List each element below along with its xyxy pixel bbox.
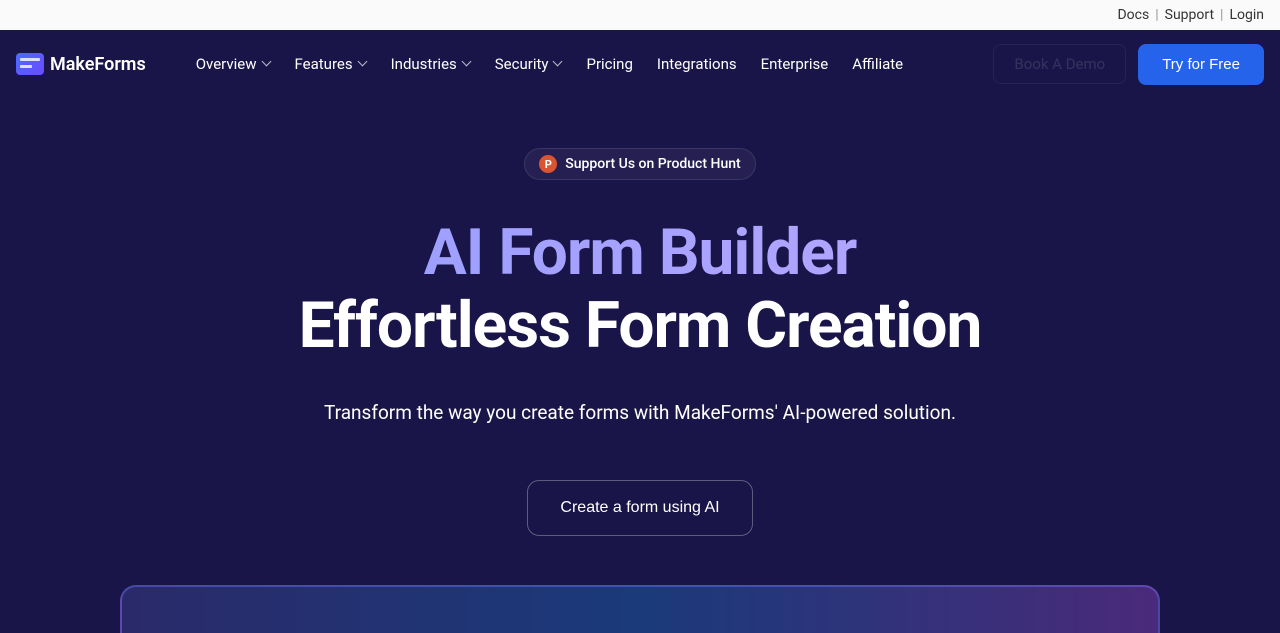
- logo-text: MakeForms: [50, 54, 146, 75]
- chevron-down-icon: [263, 60, 271, 68]
- chevron-down-icon: [359, 60, 367, 68]
- hero-content: P Support Us on Product Hunt AI Form Bui…: [0, 98, 1280, 536]
- product-hunt-icon: P: [539, 155, 557, 173]
- nav-actions: Book A Demo Try for Free: [993, 44, 1264, 85]
- nav-integrations-label: Integrations: [657, 55, 737, 73]
- nav-pricing-label: Pricing: [586, 55, 632, 73]
- separator: |: [1155, 7, 1158, 23]
- nav-overview[interactable]: Overview: [196, 55, 271, 73]
- logo-icon: [16, 53, 44, 75]
- hero-subtitle: Transform the way you create forms with …: [0, 401, 1280, 424]
- nav-affiliate-label: Affiliate: [852, 55, 903, 73]
- hero-title-main: Effortless Form Creation: [0, 288, 1280, 365]
- create-form-ai-button[interactable]: Create a form using AI: [527, 480, 752, 536]
- login-link[interactable]: Login: [1229, 7, 1264, 23]
- nav-pricing[interactable]: Pricing: [586, 55, 632, 73]
- nav-industries-label: Industries: [391, 55, 457, 73]
- nav-overview-label: Overview: [196, 55, 257, 73]
- support-link[interactable]: Support: [1165, 7, 1214, 23]
- main-navbar: MakeForms Overview Features Industries S…: [0, 30, 1280, 98]
- nav-security[interactable]: Security: [495, 55, 563, 73]
- top-utility-bar: Docs | Support | Login: [0, 0, 1280, 30]
- nav-integrations[interactable]: Integrations: [657, 55, 737, 73]
- hero-title-gradient: AI Form Builder: [0, 218, 1280, 288]
- product-hunt-badge[interactable]: P Support Us on Product Hunt: [524, 148, 755, 180]
- main-hero-section: MakeForms Overview Features Industries S…: [0, 30, 1280, 633]
- nav-features-label: Features: [295, 55, 353, 73]
- book-demo-button[interactable]: Book A Demo: [993, 44, 1126, 84]
- nav-security-label: Security: [495, 55, 549, 73]
- nav-industries[interactable]: Industries: [391, 55, 471, 73]
- preview-panel: [120, 585, 1160, 633]
- chevron-down-icon: [463, 60, 471, 68]
- nav-menu: Overview Features Industries Security Pr…: [196, 55, 903, 73]
- try-free-button[interactable]: Try for Free: [1138, 44, 1264, 85]
- chevron-down-icon: [554, 60, 562, 68]
- logo[interactable]: MakeForms: [16, 53, 146, 75]
- nav-affiliate[interactable]: Affiliate: [852, 55, 903, 73]
- separator: |: [1220, 7, 1223, 23]
- nav-enterprise[interactable]: Enterprise: [761, 55, 829, 73]
- nav-enterprise-label: Enterprise: [761, 55, 829, 73]
- nav-features[interactable]: Features: [295, 55, 367, 73]
- product-hunt-text: Support Us on Product Hunt: [565, 156, 740, 172]
- docs-link[interactable]: Docs: [1117, 7, 1149, 23]
